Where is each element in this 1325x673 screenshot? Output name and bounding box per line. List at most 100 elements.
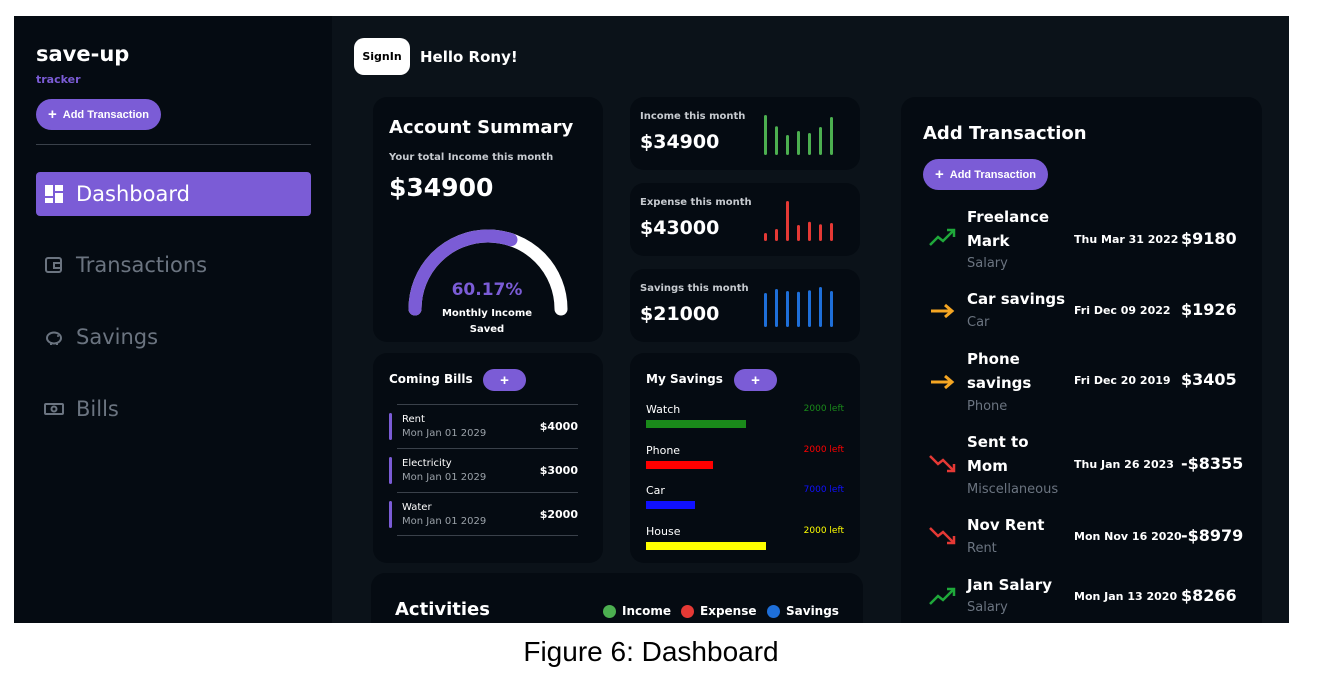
account-summary-card: Account Summary Your total Income this m…: [373, 97, 603, 342]
bill-date: Mon Jan 01 2029: [402, 472, 487, 483]
sidebar-item-savings[interactable]: Savings: [36, 315, 311, 359]
sidebar: save-up tracker + Add Transaction Dashbo…: [14, 16, 332, 623]
dashboard-icon: [45, 185, 63, 203]
transaction-row[interactable]: Freelance Mark Salary Thu Mar 31 2022 $9…: [901, 204, 1261, 279]
transaction-date: Fri Dec 09 2022: [1074, 304, 1171, 317]
transaction-name: Car savings: [967, 290, 1066, 308]
bill-name: Rent: [402, 414, 425, 425]
mini-bar: [830, 117, 833, 155]
transaction-row[interactable]: Nov Rent Rent Mon Nov 16 2020 -$8979: [901, 512, 1261, 562]
income-gauge: [408, 229, 568, 316]
stat-value: $21000: [640, 303, 720, 325]
income-mini-chart: [764, 115, 833, 155]
savings-mini-chart: [764, 287, 833, 327]
transaction-category: Phone: [967, 399, 1008, 414]
list-item[interactable]: Rent Mon Jan 01 2029 $4000: [389, 404, 578, 448]
sidebar-item-transactions[interactable]: Transactions: [36, 243, 311, 287]
transaction-row[interactable]: Sent to Mom Miscellaneous Thu Jan 26 202…: [901, 429, 1261, 504]
card-subtitle: Your total Income this month: [389, 152, 554, 163]
transaction-row[interactable]: Jan Salary Salary Mon Jan 13 2020 $8266: [901, 572, 1261, 622]
sidebar-item-label: Bills: [76, 397, 119, 421]
mini-bar: [786, 201, 789, 241]
mini-bar: [819, 224, 822, 241]
transaction-category: Salary: [967, 600, 1008, 615]
transaction-category: Car: [967, 315, 990, 330]
legend-label: Savings: [786, 604, 839, 618]
saving-remaining: 7000 left: [803, 485, 844, 495]
trend-up-icon: [929, 228, 956, 246]
savings-stat-card: Savings this month $21000: [630, 269, 860, 342]
piggy-bank-icon: [46, 331, 62, 345]
saving-remaining: 2000 left: [803, 404, 844, 414]
signin-button[interactable]: SignIn: [354, 38, 410, 75]
transaction-row[interactable]: Car savings Car Fri Dec 09 2022 $1926: [901, 286, 1261, 336]
trend-down-icon: [929, 527, 956, 545]
legend-dot: [603, 604, 616, 618]
add-bill-button[interactable]: +: [483, 369, 526, 391]
saving-progress-bar: [646, 542, 766, 550]
mini-bar: [808, 290, 811, 327]
bill-amount: $2000: [539, 508, 578, 521]
stat-value: $34900: [640, 131, 720, 153]
list-item[interactable]: Water Mon Jan 01 2029 $2000: [389, 492, 578, 536]
income-stat-card: Income this month $34900: [630, 97, 860, 170]
app-subtitle: tracker: [36, 73, 81, 86]
mini-bar: [819, 287, 822, 327]
transaction-amount: -$8979: [1181, 526, 1244, 545]
transaction-amount: $1926: [1181, 300, 1237, 319]
mini-bar: [797, 291, 800, 327]
total-income-amount: $34900: [389, 173, 494, 202]
mini-bar: [764, 293, 767, 327]
arrow-right-icon: [931, 374, 955, 390]
add-saving-button[interactable]: +: [734, 369, 777, 391]
bill-amount: $3000: [539, 464, 578, 477]
bill-marker: [389, 501, 392, 528]
bill-date: Mon Jan 01 2029: [402, 516, 487, 527]
card-title: Account Summary: [389, 117, 574, 138]
list-item[interactable]: Electricity Mon Jan 01 2029 $3000: [389, 448, 578, 492]
transaction-date: Thu Jan 26 2023: [1074, 458, 1174, 471]
stat-label: Income this month: [640, 111, 746, 122]
sidebar-add-transaction-button[interactable]: + Add Transaction: [36, 99, 161, 130]
sidebar-item-bills[interactable]: Bills: [36, 387, 311, 431]
mini-bar: [775, 229, 778, 241]
transaction-row[interactable]: Phone savings Phone Fri Dec 20 2019 $340…: [901, 346, 1261, 421]
stat-value: $43000: [640, 217, 720, 239]
saving-progress-bar: [646, 461, 713, 469]
button-label: Add Transaction: [62, 108, 149, 121]
bill-amount: $4000: [539, 420, 578, 433]
button-label: Add Transaction: [949, 168, 1036, 181]
legend-dot: [681, 604, 694, 618]
app-window: save-up tracker + Add Transaction Dashbo…: [14, 16, 1289, 623]
bill-date: Mon Jan 01 2029: [402, 428, 487, 439]
panel-title: Add Transaction: [923, 123, 1087, 144]
banknote-icon: [44, 403, 64, 415]
add-transaction-panel: Add Transaction + Add Transaction Freela…: [901, 97, 1262, 623]
saving-remaining: 2000 left: [803, 445, 844, 455]
divider: [36, 144, 311, 145]
transaction-amount: $8266: [1181, 586, 1237, 605]
plus-icon: +: [935, 166, 944, 183]
stat-label: Expense this month: [640, 197, 752, 208]
legend-label: Income: [622, 604, 672, 618]
sidebar-item-dashboard[interactable]: Dashboard: [36, 172, 311, 216]
mini-bar: [786, 291, 789, 327]
transaction-date: Thu Mar 31 2022: [1074, 233, 1179, 246]
saving-name: House: [646, 525, 681, 538]
add-transaction-button[interactable]: + Add Transaction: [923, 159, 1048, 190]
wallet-icon: [45, 257, 62, 273]
transaction-category: Miscellaneous: [967, 482, 1059, 497]
mini-bar: [797, 131, 800, 155]
mini-bar: [830, 291, 833, 327]
sidebar-item-label: Savings: [76, 325, 159, 349]
mini-bar: [775, 289, 778, 327]
transaction-amount: $3405: [1181, 370, 1237, 389]
mini-bar: [797, 225, 800, 241]
gauge-label: Monthly Income Saved: [441, 308, 533, 335]
card-title: My Savings: [646, 372, 723, 386]
transaction-name: Sent to Mom: [967, 433, 1029, 475]
transaction-date: Mon Nov 16 2020: [1074, 530, 1182, 543]
transaction-name: Freelance Mark: [967, 208, 1050, 250]
greeting: Hello Rony!: [420, 48, 518, 66]
trend-up-icon: [929, 587, 956, 605]
